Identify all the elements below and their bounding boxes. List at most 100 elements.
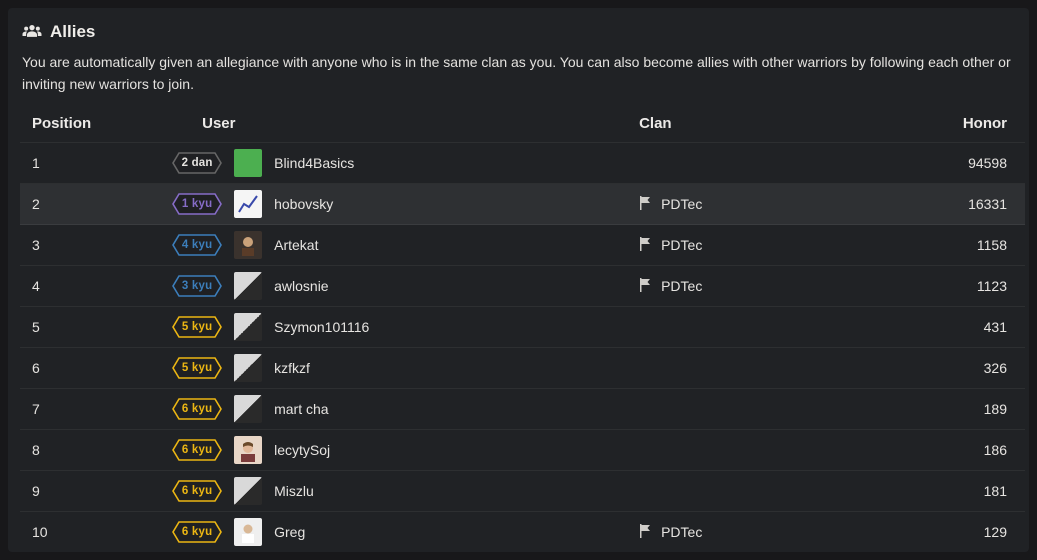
username-link[interactable]: mart cha [274,401,328,417]
rank-label: 4 kyu [182,239,212,251]
col-clan: Clan [629,109,913,143]
cell-clan: PDTec [629,512,913,548]
rank-badge: 4 kyu [172,234,222,256]
rank-label: 6 kyu [182,403,212,415]
username-link[interactable]: Miszlu [274,483,314,499]
cell-position: 9 [20,471,162,512]
cell-position: 3 [20,225,162,266]
rank-label: 3 kyu [182,280,212,292]
cell-position: 2 [20,184,162,225]
rank-badge: 6 kyu [172,439,222,461]
flag-icon [639,196,651,213]
clan-link[interactable]: PDTec [661,196,702,212]
flag-icon [639,524,651,541]
cell-position: 8 [20,430,162,471]
username-link[interactable]: awlosnie [274,278,328,294]
avatar[interactable] [234,272,262,300]
rank-label: 6 kyu [182,444,212,456]
cell-user: 5 kyu kzfkzf [162,348,629,389]
allies-icon [22,23,42,42]
avatar[interactable] [234,395,262,423]
cell-position: 4 [20,266,162,307]
cell-position: 10 [20,512,162,548]
rank-label: 6 kyu [182,485,212,497]
username-link[interactable]: Artekat [274,237,318,253]
cell-honor: 1123 [913,266,1025,307]
cell-clan [629,143,913,184]
cell-clan: PDTec [629,266,913,307]
cell-honor: 431 [913,307,1025,348]
table-scroll[interactable]: Position User Clan Honor 1 2 dan Blind4B… [20,109,1025,548]
table-row: 3 4 kyu Artekat PDTec 1158 [20,225,1025,266]
cell-clan: PDTec [629,225,913,266]
cell-honor: 186 [913,430,1025,471]
username-link[interactable]: hobovsky [274,196,333,212]
avatar[interactable] [234,354,262,382]
cell-user: 6 kyu Miszlu [162,471,629,512]
cell-user: 5 kyu Szymon101116 [162,307,629,348]
rank-label: 5 kyu [182,321,212,333]
table-row: 2 1 kyu hobovsky PDTec 16331 [20,184,1025,225]
allies-table: Position User Clan Honor 1 2 dan Blind4B… [20,109,1025,548]
rank-badge: 2 dan [172,152,222,174]
cell-user: 1 kyu hobovsky [162,184,629,225]
cell-clan [629,471,913,512]
rank-badge: 5 kyu [172,316,222,338]
cell-user: 6 kyu mart cha [162,389,629,430]
avatar[interactable] [234,313,262,341]
rank-badge: 3 kyu [172,275,222,297]
allies-panel: Allies You are automatically given an al… [8,8,1029,552]
cell-position: 5 [20,307,162,348]
username-link[interactable]: Szymon101116 [274,319,369,335]
rank-badge: 6 kyu [172,480,222,502]
cell-clan [629,389,913,430]
table-header-row: Position User Clan Honor [20,109,1025,143]
rank-badge: 6 kyu [172,398,222,420]
username-link[interactable]: Greg [274,524,305,540]
username-link[interactable]: Blind4Basics [274,155,354,171]
clan-link[interactable]: PDTec [661,278,702,294]
avatar[interactable] [234,190,262,218]
avatar[interactable] [234,518,262,546]
cell-clan [629,307,913,348]
panel-header: Allies [8,8,1029,48]
avatar[interactable] [234,436,262,464]
avatar[interactable] [234,231,262,259]
flag-icon [639,237,651,254]
rank-badge: 1 kyu [172,193,222,215]
avatar[interactable] [234,477,262,505]
table-row: 10 6 kyu Greg PDTec 129 [20,512,1025,548]
cell-clan: PDTec [629,184,913,225]
cell-honor: 94598 [913,143,1025,184]
cell-clan [629,430,913,471]
rank-label: 6 kyu [182,526,212,538]
flag-icon [639,278,651,295]
table-row: 1 2 dan Blind4Basics 94598 [20,143,1025,184]
username-link[interactable]: kzfkzf [274,360,310,376]
cell-honor: 189 [913,389,1025,430]
rank-badge: 6 kyu [172,521,222,543]
cell-user: 4 kyu Artekat [162,225,629,266]
cell-position: 6 [20,348,162,389]
cell-clan [629,348,913,389]
rank-badge: 5 kyu [172,357,222,379]
table-row: 4 3 kyu awlosnie PDTec 1123 [20,266,1025,307]
cell-position: 1 [20,143,162,184]
table-row: 5 5 kyu Szymon101116 431 [20,307,1025,348]
table-row: 9 6 kyu Miszlu 181 [20,471,1025,512]
rank-label: 5 kyu [182,362,212,374]
avatar[interactable] [234,149,262,177]
cell-user: 6 kyu Greg [162,512,629,548]
clan-link[interactable]: PDTec [661,237,702,253]
col-position: Position [20,109,162,143]
username-link[interactable]: lecytySoj [274,442,330,458]
cell-honor: 181 [913,471,1025,512]
clan-link[interactable]: PDTec [661,524,702,540]
rank-label: 2 dan [182,157,213,169]
cell-honor: 129 [913,512,1025,548]
cell-honor: 326 [913,348,1025,389]
cell-user: 6 kyu lecytySoj [162,430,629,471]
panel-description: You are automatically given an allegianc… [8,48,1029,109]
cell-honor: 16331 [913,184,1025,225]
cell-position: 7 [20,389,162,430]
